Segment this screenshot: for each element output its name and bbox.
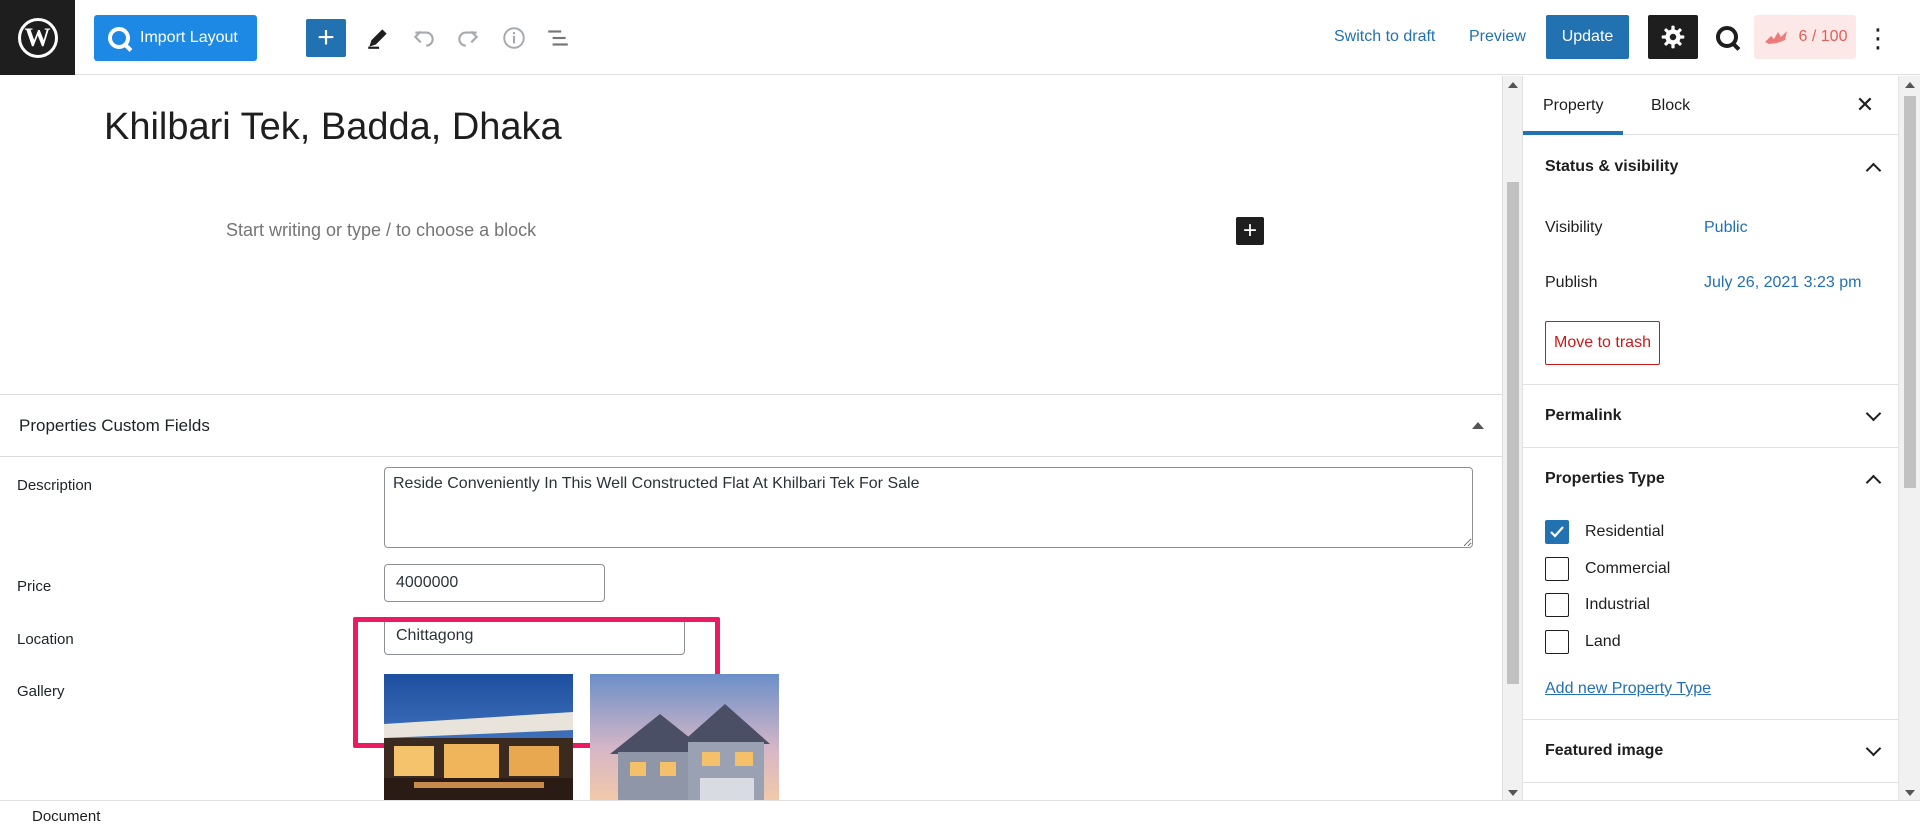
checkbox-unchecked[interactable] — [1545, 593, 1569, 617]
editor-footer: Document — [0, 800, 1920, 830]
update-button[interactable]: Update — [1546, 15, 1629, 59]
featured-image-panel-toggle[interactable]: Featured image — [1523, 720, 1898, 782]
price-label: Price — [17, 578, 52, 595]
editor-canvas: Khilbari Tek, Badda, Dhaka Start writing… — [0, 76, 1502, 801]
chevron-down-icon — [1865, 405, 1882, 421]
sidebar-scroll-thumb[interactable] — [1904, 96, 1916, 488]
top-toolbar: W Import Layout + Switch to draft Previe… — [0, 0, 1920, 75]
permalink-title: Permalink — [1545, 407, 1622, 424]
sidebar-tabs: Property Block ✕ — [1523, 76, 1898, 135]
checkbox-label: Commercial — [1585, 560, 1671, 577]
gallery-image-suburban-house[interactable] — [590, 674, 779, 801]
tools-button[interactable] — [360, 20, 396, 56]
wordpress-icon: W — [17, 17, 58, 58]
description-label: Description — [17, 477, 93, 494]
publish-label: Publish — [1545, 274, 1598, 291]
checkbox-checked[interactable] — [1545, 520, 1569, 544]
editor-scrollbar[interactable] — [1502, 76, 1522, 800]
wordpress-logo-button[interactable]: W — [0, 0, 75, 75]
description-textarea[interactable]: Reside Conveniently In This Well Constru… — [384, 467, 1473, 548]
checkbox-land[interactable]: Land — [1545, 630, 1621, 654]
settings-button[interactable] — [1648, 15, 1698, 59]
seo-score-value: 6 / 100 — [1798, 28, 1848, 45]
inline-add-block-button[interactable]: + — [1236, 217, 1264, 245]
price-input[interactable]: 4000000 — [384, 564, 605, 602]
checkbox-commercial[interactable]: Commercial — [1545, 557, 1670, 581]
quform-button[interactable] — [1712, 22, 1742, 52]
checkbox-label: Residential — [1585, 523, 1665, 540]
undo-button[interactable] — [406, 20, 442, 56]
gear-icon — [1661, 25, 1685, 49]
switch-to-draft-link[interactable]: Switch to draft — [1334, 28, 1435, 46]
import-layout-button[interactable]: Import Layout — [94, 15, 257, 61]
chevron-up-icon — [1865, 162, 1882, 178]
status-visibility-panel-toggle[interactable]: Status & visibility — [1523, 136, 1898, 198]
plus-icon: + — [317, 21, 335, 54]
seo-score-badge[interactable]: 6 / 100 — [1754, 15, 1856, 59]
post-title[interactable]: Khilbari Tek, Badda, Dhaka — [104, 106, 562, 149]
plus-icon: + — [1242, 217, 1257, 244]
checkbox-unchecked[interactable] — [1545, 557, 1569, 581]
location-label: Location — [17, 631, 74, 648]
permalink-panel-toggle[interactable]: Permalink — [1523, 385, 1898, 447]
featured-image-title: Featured image — [1545, 742, 1664, 759]
collapse-triangle-icon[interactable] — [1472, 422, 1484, 429]
checkbox-label: Industrial — [1585, 596, 1650, 613]
properties-custom-fields-metabox: Properties Custom Fields Description Res… — [0, 394, 1502, 801]
add-new-property-type-link[interactable]: Add new Property Type — [1545, 680, 1711, 698]
quform-icon — [1716, 26, 1738, 48]
metabox-title: Properties Custom Fields — [19, 415, 210, 435]
publish-date-link[interactable]: July 26, 2021 3:23 pm — [1704, 274, 1861, 292]
undo-icon — [413, 30, 434, 47]
close-sidebar-button[interactable]: ✕ — [1852, 92, 1878, 118]
editor-scroll-thumb[interactable] — [1507, 182, 1519, 684]
move-to-trash-button[interactable]: Move to trash — [1545, 321, 1660, 365]
checkbox-unchecked[interactable] — [1545, 630, 1569, 654]
list-view-icon — [548, 30, 568, 46]
checkmark-icon — [1550, 526, 1564, 538]
metabox-header[interactable]: Properties Custom Fields — [0, 395, 1502, 457]
chevron-down-icon — [1865, 740, 1882, 756]
checkbox-industrial[interactable]: Industrial — [1545, 593, 1650, 617]
checkbox-residential[interactable]: Residential — [1545, 520, 1664, 544]
visibility-value-link[interactable]: Public — [1704, 219, 1748, 237]
chevron-up-icon — [1865, 474, 1882, 490]
scroll-up-arrow-icon[interactable] — [1905, 82, 1915, 88]
breadcrumb-document[interactable]: Document — [32, 808, 100, 825]
scroll-down-arrow-icon[interactable] — [1508, 790, 1518, 796]
redo-icon — [458, 30, 479, 47]
scroll-up-arrow-icon[interactable] — [1508, 82, 1518, 88]
scroll-down-arrow-icon[interactable] — [1905, 790, 1915, 796]
sidebar-scrollbar[interactable] — [1898, 76, 1920, 800]
list-view-button[interactable] — [540, 20, 576, 56]
redo-button[interactable] — [450, 20, 486, 56]
status-visibility-title: Status & visibility — [1545, 158, 1679, 175]
preview-link[interactable]: Preview — [1469, 28, 1526, 46]
add-block-button[interactable]: + — [306, 19, 346, 57]
visibility-label: Visibility — [1545, 219, 1603, 236]
details-button[interactable] — [496, 20, 532, 56]
tab-property[interactable]: Property — [1523, 76, 1623, 135]
import-layout-label: Import Layout — [140, 29, 238, 46]
location-input[interactable]: Chittagong — [384, 617, 685, 655]
options-button[interactable]: ⋮ — [1865, 20, 1891, 56]
block-placeholder[interactable]: Start writing or type / to choose a bloc… — [226, 220, 536, 241]
quform-icon — [108, 27, 130, 49]
gallery-image-modern-house[interactable] — [384, 674, 573, 801]
divider — [1523, 782, 1898, 783]
pencil-icon — [368, 29, 387, 49]
info-icon — [503, 27, 525, 49]
properties-type-panel-toggle[interactable]: Properties Type — [1523, 448, 1898, 510]
suburban-house-image — [590, 674, 779, 801]
gallery-label: Gallery — [17, 683, 65, 700]
modern-house-image — [384, 674, 573, 801]
tab-block[interactable]: Block — [1631, 76, 1710, 135]
checkbox-label: Land — [1585, 633, 1621, 650]
settings-sidebar: Property Block ✕ Status & visibility Vis… — [1522, 76, 1898, 800]
properties-type-title: Properties Type — [1545, 470, 1665, 487]
more-vertical-icon: ⋮ — [1865, 22, 1891, 53]
flame-icon — [1764, 31, 1787, 44]
close-icon: ✕ — [1855, 92, 1875, 117]
